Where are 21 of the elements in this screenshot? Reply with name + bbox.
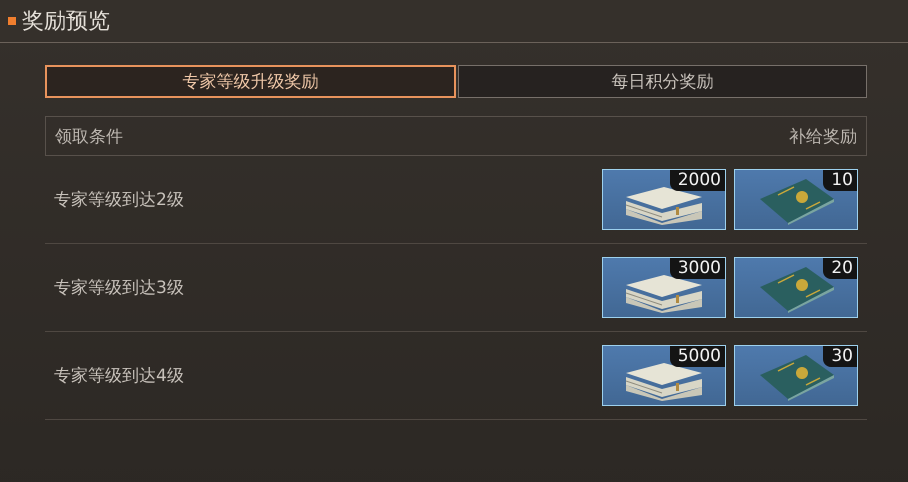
condition-text: 专家等级到达3级: [54, 277, 184, 299]
column-header: 补给奖励: [789, 126, 857, 148]
item-count: 2000: [670, 170, 725, 191]
title-marker-icon: [8, 17, 16, 25]
condition-text: 专家等级到达2级: [54, 189, 184, 211]
item-count: 30: [823, 346, 857, 367]
item-count: 5000: [670, 346, 725, 367]
panel-title: 奖励预览: [22, 8, 110, 36]
reward-item[interactable]: 5000: [602, 345, 726, 406]
column-header: 领取条件: [55, 126, 123, 148]
tab[interactable]: 专家等级升级奖励: [45, 65, 456, 98]
reward-item[interactable]: 3000: [602, 257, 726, 318]
item-count: 20: [823, 258, 857, 279]
condition-text: 专家等级到达4级: [54, 365, 184, 387]
reward-item[interactable]: 20: [734, 257, 858, 318]
item-count: 10: [823, 170, 857, 191]
tab[interactable]: 每日积分奖励: [458, 65, 867, 98]
item-count: 3000: [670, 258, 725, 279]
reward-item[interactable]: 10: [734, 169, 858, 230]
reward-item[interactable]: 30: [734, 345, 858, 406]
reward-item[interactable]: 2000: [602, 169, 726, 230]
